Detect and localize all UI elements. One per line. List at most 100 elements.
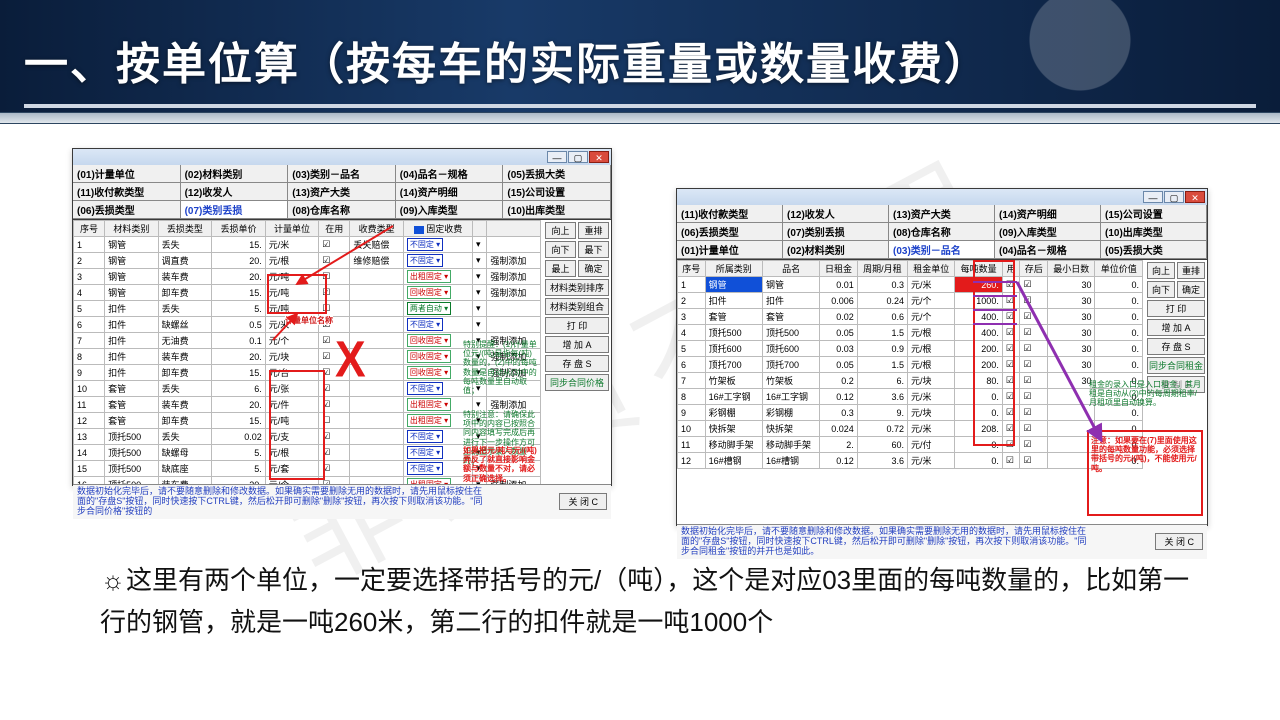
table-row[interactable]: 1钢管钢管0.010.3元/米260.☑☑300.: [678, 277, 1143, 293]
tab[interactable]: (09)入库类型: [396, 201, 504, 219]
tab[interactable]: (03)类别－品名: [288, 165, 396, 183]
table-row[interactable]: 8扣件装车费20.元/块☑回收固定 ▾▾强制添加: [74, 349, 541, 365]
side-button[interactable]: 确定: [578, 260, 609, 277]
side-button[interactable]: 确定: [1177, 281, 1205, 298]
window-titlebar: — ▢ ✕: [677, 189, 1207, 205]
tab[interactable]: (08)仓库名称: [288, 201, 396, 219]
window-min[interactable]: —: [547, 151, 567, 163]
tab[interactable]: (05)丢损大类: [1101, 241, 1207, 259]
side-button[interactable]: 打 印: [1147, 300, 1205, 317]
tab[interactable]: (09)入库类型: [995, 223, 1101, 241]
table-row[interactable]: 4顶托500顶托5000.051.5元/根400.☑☑300.: [678, 325, 1143, 341]
window-max[interactable]: ▢: [568, 151, 588, 163]
tab[interactable]: (15)公司设置: [1101, 205, 1207, 223]
table-row[interactable]: 1216#槽钢16#槽钢0.123.6元/米0.☑☑0.: [678, 453, 1143, 469]
table-row[interactable]: 9扣件卸车费15.元/台☑回收固定 ▾▾强制添加: [74, 365, 541, 381]
side-button[interactable]: 打 印: [545, 317, 609, 334]
table-row[interactable]: 7扣件无油费0.1元/个☑回收固定 ▾▾强制添加: [74, 333, 541, 349]
table-row[interactable]: 16顶托500装车费20.元/个☑出租固定 ▾▾强制添加: [74, 477, 541, 485]
window-close[interactable]: ✕: [589, 151, 609, 163]
table-row[interactable]: 4钢管卸车费15.元/吨☑回收固定 ▾▾强制添加: [74, 285, 541, 301]
tab[interactable]: (15)公司设置: [503, 183, 611, 201]
body-note-text: 这里有两个单位，一定要选择带括号的元/（吨），这个是对应03里面的每吨数量的，比…: [100, 565, 1189, 637]
table-row[interactable]: 11移动脚手架移动脚手架2.60.元/付0.☑☑0.: [678, 437, 1143, 453]
table-row[interactable]: 2钢管调直费20.元/根☑维修赔偿不固定 ▾▾强制添加: [74, 253, 541, 269]
left-footer: 数据初始化完毕后，请不要随意删除和修改数据。如果确实需要删除无用的数据时，请先用…: [73, 484, 611, 519]
tab[interactable]: (04)品名－规格: [995, 241, 1101, 259]
tab[interactable]: (06)丢损类型: [73, 201, 181, 219]
table-row[interactable]: 3钢管装车费20.元/吨☑出租固定 ▾▾强制添加: [74, 269, 541, 285]
table-row[interactable]: 10快拆架快拆架0.0240.72元/米208.☑☑0.: [678, 421, 1143, 437]
tab[interactable]: (07)类别丢损: [783, 223, 889, 241]
tab[interactable]: (10)出库类型: [1101, 223, 1207, 241]
col-header: 序号: [678, 261, 706, 277]
tab[interactable]: (01)计量单位: [677, 241, 783, 259]
tab[interactable]: (07)类别丢损: [181, 201, 289, 219]
table-row[interactable]: 5扣件丢失5.元/吨☐两者自动 ▾▾: [74, 301, 541, 317]
tab[interactable]: (14)资产明细: [396, 183, 504, 201]
table-row[interactable]: 13顶托500丢失0.02元/支☑不固定 ▾▾: [74, 429, 541, 445]
table-row[interactable]: 2扣件扣件0.0060.24元/个1000.☑☑300.: [678, 293, 1143, 309]
side-button[interactable]: 材料类别组合: [545, 298, 609, 315]
side-button[interactable]: 存 盘 S: [1147, 338, 1205, 355]
tab[interactable]: (14)资产明细: [995, 205, 1101, 223]
table-row[interactable]: 9彩钢棚彩钢棚0.39.元/块0.☑☑0.: [678, 405, 1143, 421]
side-button[interactable]: 复 制 E: [1147, 376, 1205, 393]
side-button[interactable]: 同步合同租金: [1147, 357, 1205, 374]
table-row[interactable]: 10套管丢失6.元/张☑不固定 ▾▾: [74, 381, 541, 397]
tab[interactable]: (12)收发人: [181, 183, 289, 201]
right-table: 序号所属类别品名日租金周期/月租租金单位每吨数量用存后最小日数单位价值1钢管钢管…: [677, 260, 1143, 469]
tab[interactable]: (06)丢损类型: [677, 223, 783, 241]
tab[interactable]: (10)出库类型: [503, 201, 611, 219]
bullet-icon: ☼: [100, 560, 126, 602]
side-button[interactable]: 向下: [1147, 281, 1175, 298]
left-side-buttons: 向上重排向下最下最上确定材料类别排序材料类别组合打 印增 加 A 存 盘 S 同步合…: [545, 220, 609, 391]
table-row[interactable]: 5顶托600顶托6000.030.9元/根200.☑☑300.: [678, 341, 1143, 357]
side-button[interactable]: 存 盘 S: [545, 355, 609, 372]
tab[interactable]: (02)材料类别: [181, 165, 289, 183]
table-row[interactable]: 12套管卸车费15.元/吨☐出租固定 ▾▾: [74, 413, 541, 429]
side-button[interactable]: 最下: [578, 241, 609, 258]
side-button[interactable]: 向上: [1147, 262, 1175, 279]
slide-body-text: ☼这里有两个单位，一定要选择带括号的元/（吨），这个是对应03里面的每吨数量的，…: [100, 560, 1200, 643]
table-row[interactable]: 11套管装车费20.元/件☑出租固定 ▾▾强制添加: [74, 397, 541, 413]
tab[interactable]: (01)计量单位: [73, 165, 181, 183]
window-titlebar: — ▢ ✕: [73, 149, 611, 165]
tab[interactable]: (04)品名－规格: [396, 165, 504, 183]
side-button[interactable]: 增 加 A: [545, 336, 609, 353]
left-table: 序号材料类别丢损类型丢损单价计量单位在用收费类型 固定收费1钢管丢失15.元/米…: [73, 220, 541, 484]
side-button[interactable]: 向上: [545, 222, 576, 239]
col-header: [487, 221, 541, 237]
tab[interactable]: (11)收付款类型: [73, 183, 181, 201]
side-button[interactable]: 向下: [545, 241, 576, 258]
table-row[interactable]: 3套管套管0.020.6元/个400.☑☑300.: [678, 309, 1143, 325]
tab[interactable]: (13)资产大类: [889, 205, 995, 223]
window-max[interactable]: ▢: [1164, 191, 1184, 203]
tab[interactable]: (08)仓库名称: [889, 223, 995, 241]
tab[interactable]: (13)资产大类: [288, 183, 396, 201]
side-button[interactable]: 材料类别排序: [545, 279, 609, 296]
table-row[interactable]: 14顶托500缺螺母5.元/根☑不固定 ▾▾: [74, 445, 541, 461]
window-close[interactable]: ✕: [1185, 191, 1205, 203]
tab[interactable]: (02)材料类别: [783, 241, 889, 259]
tab[interactable]: (05)丢损大类: [503, 165, 611, 183]
right-close-button[interactable]: 关 闭 C: [1155, 533, 1203, 550]
side-button[interactable]: 增 加 A: [1147, 319, 1205, 336]
tab[interactable]: (11)收付款类型: [677, 205, 783, 223]
side-button[interactable]: 重排: [578, 222, 609, 239]
table-row[interactable]: 7竹架板竹架板0.26.元/块80.☑☑300.: [678, 373, 1143, 389]
table-row[interactable]: 816#工字钢16#工字钢0.123.6元/米0.☑☑0.: [678, 389, 1143, 405]
table-row[interactable]: 6扣件缺螺丝0.5元/米☑不固定 ▾▾: [74, 317, 541, 333]
col-header: 品名: [762, 261, 819, 277]
left-close-button[interactable]: 关 闭 C: [559, 493, 607, 510]
left-window: — ▢ ✕ (01)计量单位(02)材料类别(03)类别－品名(04)品名－规格…: [72, 148, 612, 486]
side-button[interactable]: 重排: [1177, 262, 1205, 279]
table-row[interactable]: 1钢管丢失15.元/米☑丢失赔偿不固定 ▾▾: [74, 237, 541, 253]
tab[interactable]: (12)收发人: [783, 205, 889, 223]
table-row[interactable]: 15顶托500缺底座5.元/套☑不固定 ▾▾: [74, 461, 541, 477]
side-button[interactable]: 同步合同价格: [545, 374, 609, 391]
window-min[interactable]: —: [1143, 191, 1163, 203]
table-row[interactable]: 6顶托700顶托7000.051.5元/根200.☑☑300.: [678, 357, 1143, 373]
side-button[interactable]: 最上: [545, 260, 576, 277]
tab[interactable]: (03)类别－品名: [889, 241, 995, 259]
